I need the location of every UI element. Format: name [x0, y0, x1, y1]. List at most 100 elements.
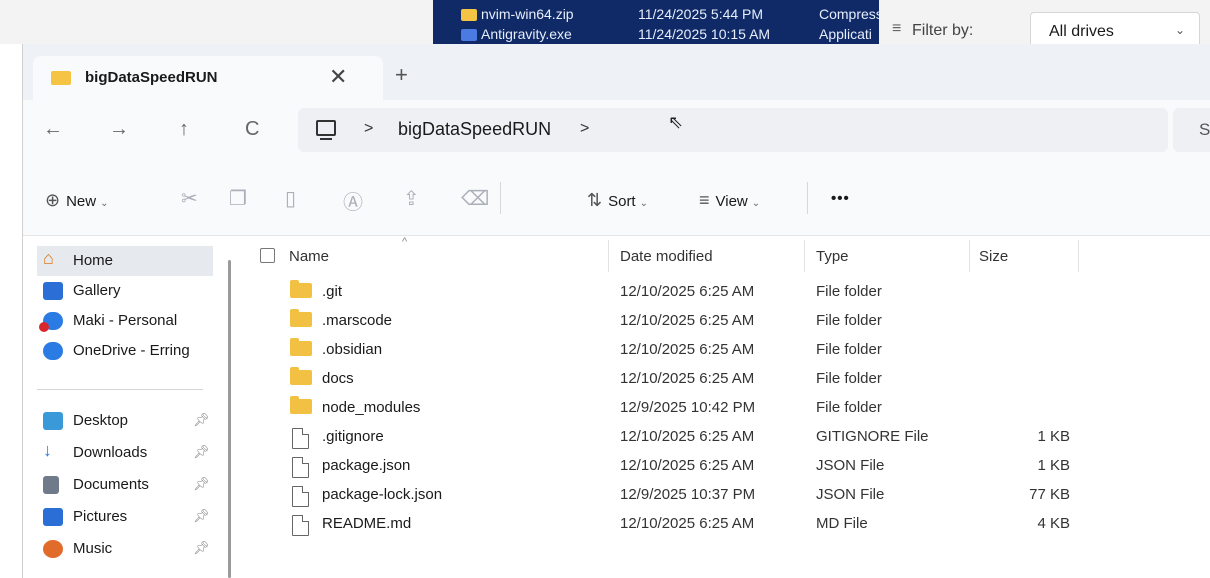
pin-icon[interactable]: 📌︎ [193, 540, 210, 556]
nav-item-downloads[interactable]: ↓ Downloads 📌︎ [37, 438, 213, 468]
file-type: GITIGNORE File [816, 428, 929, 445]
file-icon [292, 457, 309, 478]
file-type: File folder [816, 312, 882, 329]
forward-button[interactable]: → [109, 118, 129, 141]
search-box[interactable]: S [1173, 108, 1210, 152]
view-icon: ≡ [699, 190, 710, 210]
nav-item-music[interactable]: Music 📌︎ [37, 534, 213, 564]
view-label: View [715, 193, 748, 210]
file-name: docs [322, 370, 354, 387]
column-header-date[interactable]: Date modified [620, 248, 713, 265]
navigation-pane: ⌂ Home Gallery Maki - Personal OneDrive … [23, 236, 235, 578]
nav-item-label: Home [73, 252, 114, 269]
music-icon [43, 540, 63, 558]
nav-item-gallery[interactable]: Gallery [37, 276, 213, 306]
breadcrumb-bigdataspeedrun[interactable]: bigDataSpeedRUN [398, 119, 551, 140]
this-pc-icon-base [320, 138, 332, 140]
pictures-icon [43, 508, 63, 526]
table-row[interactable]: .obsidian 12/10/2025 6:25 AM File folder [238, 336, 1098, 365]
table-row[interactable]: package.json 12/10/2025 6:25 AM JSON Fil… [238, 452, 1098, 481]
file-list: ^ Name Date modified Type Size .git 12/1… [238, 236, 1210, 578]
back-button[interactable]: ← [43, 118, 63, 141]
copy-icon[interactable]: ❐ [229, 186, 247, 211]
nav-item-label: Gallery [73, 282, 121, 299]
file-name: .gitignore [322, 428, 384, 445]
divider [500, 182, 501, 214]
table-row[interactable]: docs 12/10/2025 6:25 AM File folder [238, 365, 1098, 394]
paste-icon[interactable]: ▯ [285, 186, 296, 211]
nav-item-desktop[interactable]: Desktop 📌︎ [37, 406, 213, 436]
table-row[interactable]: README.md 12/10/2025 6:25 AM MD File 4 K… [238, 510, 1098, 539]
breadcrumb-separator[interactable]: > [364, 120, 373, 138]
cut-icon[interactable]: ✂ [181, 186, 198, 211]
table-row[interactable]: .marscode 12/10/2025 6:25 AM File folder [238, 307, 1098, 336]
select-all-checkbox[interactable] [260, 248, 275, 263]
background-file-list: nvim-win64.zip 11/24/2025 5:44 PM Compre… [433, 0, 879, 44]
file-size: 77 KB [1029, 486, 1070, 503]
file-name: package.json [322, 457, 411, 474]
pin-icon[interactable]: 📌︎ [193, 444, 210, 460]
file-icon [292, 428, 309, 449]
file-name: .marscode [322, 312, 393, 329]
column-divider [804, 240, 805, 272]
background-row[interactable]: nvim-win64.zip 11/24/2025 5:44 PM Compre… [433, 6, 879, 24]
column-divider [1078, 240, 1079, 272]
file-type: File folder [816, 370, 882, 387]
breadcrumb-separator[interactable]: > [580, 120, 589, 138]
refresh-button[interactable]: C [245, 118, 259, 141]
pin-icon[interactable]: 📌︎ [193, 508, 210, 524]
background-row[interactable]: Antigravity.exe 11/24/2025 10:15 AM Appl… [433, 26, 879, 44]
view-button[interactable]: ≡ View ⌄ [699, 190, 760, 211]
folder-icon [290, 367, 312, 385]
file-date: 12/10/2025 6:25 AM [620, 428, 755, 445]
file-date: 12/9/2025 10:37 PM [620, 486, 756, 503]
nav-item-onedrive[interactable]: OneDrive - Erring [37, 336, 213, 366]
close-tab-button[interactable]: ✕ [329, 64, 347, 90]
chevron-down-icon: ⌄ [639, 198, 648, 209]
nav-item-label: Desktop [73, 412, 129, 429]
new-tab-button[interactable]: + [395, 62, 408, 88]
filter-value: All drives [1049, 23, 1114, 40]
background-row-date: 11/24/2025 10:15 AM [638, 26, 771, 42]
chevron-down-icon: ⌄ [1174, 23, 1185, 37]
file-size: 1 KB [1037, 428, 1070, 445]
onedrive-icon [43, 342, 63, 360]
file-type: JSON File [816, 457, 885, 474]
explorer-window: bigDataSpeedRUN ✕ + ← → ↑ C > bigDataSpe… [22, 44, 1210, 578]
folder-icon [290, 396, 312, 414]
column-header-name[interactable]: Name [289, 248, 329, 265]
file-name: node_modules [322, 399, 421, 416]
share-icon[interactable]: ⇪ [403, 186, 420, 211]
address-bar[interactable]: > bigDataSpeedRUN > ⇖ [298, 108, 1168, 152]
up-button[interactable]: ↑ [179, 118, 189, 141]
background-row-type: Compress [819, 6, 879, 22]
nav-item-maki-personal[interactable]: Maki - Personal [37, 306, 213, 336]
filter-dropdown[interactable]: All drives ⌄ [1030, 12, 1200, 48]
nav-item-home[interactable]: ⌂ Home [37, 246, 213, 276]
new-button[interactable]: ⊕ New ⌄ [45, 190, 109, 211]
column-header-size[interactable]: Size [979, 248, 1008, 265]
filter-icon: ≡ [892, 20, 902, 37]
plus-circle-icon: ⊕ [45, 190, 61, 210]
file-date: 12/10/2025 6:25 AM [620, 370, 755, 387]
table-row[interactable]: node_modules 12/9/2025 10:42 PM File fol… [238, 394, 1098, 423]
pin-icon[interactable]: 📌︎ [193, 412, 210, 428]
tab-bigdataspeedrun[interactable]: bigDataSpeedRUN ✕ [33, 56, 383, 100]
file-size: 1 KB [1037, 457, 1070, 474]
pin-icon[interactable]: 📌︎ [193, 476, 210, 492]
rename-icon[interactable]: Ⓐ [343, 186, 363, 215]
column-header-type[interactable]: Type [816, 248, 849, 265]
nav-item-pictures[interactable]: Pictures 📌︎ [37, 502, 213, 532]
more-options-button[interactable]: ••• [831, 190, 850, 207]
delete-icon[interactable]: ⌫ [461, 186, 489, 211]
tab-title: bigDataSpeedRUN [85, 69, 218, 86]
table-row[interactable]: .git 12/10/2025 6:25 AM File folder [238, 278, 1098, 307]
nav-item-documents[interactable]: Documents 📌︎ [37, 470, 213, 500]
downloads-icon: ↓ [43, 440, 52, 460]
sort-button[interactable]: ⇅ Sort ⌄ [587, 190, 648, 211]
file-type: File folder [816, 399, 882, 416]
table-row[interactable]: package-lock.json 12/9/2025 10:37 PM JSO… [238, 481, 1098, 510]
file-type: File folder [816, 341, 882, 358]
nav-scrollbar[interactable] [228, 260, 231, 578]
table-row[interactable]: .gitignore 12/10/2025 6:25 AM GITIGNORE … [238, 423, 1098, 452]
